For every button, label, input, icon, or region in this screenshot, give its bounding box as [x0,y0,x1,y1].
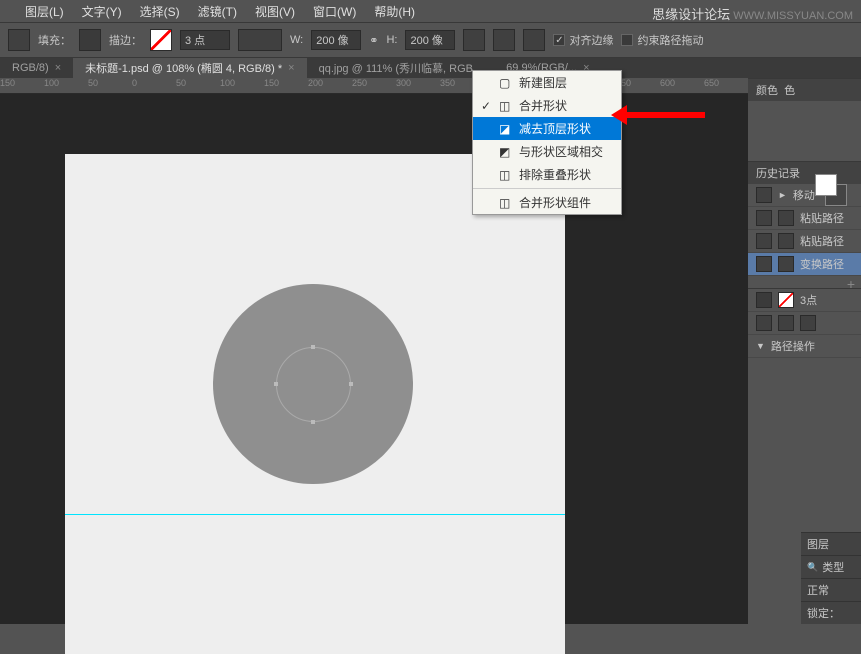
layers-tab[interactable]: 图层 [801,532,861,555]
merge-icon: ◫ [499,196,513,210]
link-icon[interactable]: ⚭ [369,34,378,47]
menu-window[interactable]: 窗口(W) [313,3,356,20]
subtract-icon: ◪ [499,122,513,136]
ruler-mark: 300 [396,78,411,88]
watermark-sub: WWW.MISSYUAN.COM [733,10,853,22]
stroke-label: 描边： [109,32,142,48]
history-item-transform[interactable]: 变换路径 [748,253,861,276]
history-item-paste-2[interactable]: 粘贴路径 [748,230,861,253]
menu-help[interactable]: 帮助(H) [374,3,415,20]
align-icons-row[interactable] [748,312,861,335]
path-op-icon-1[interactable] [463,29,485,51]
popup-exclude[interactable]: ◫ 排除重叠形状 [473,163,621,186]
popup-new-layer[interactable]: ▢ 新建图层 [473,71,621,94]
width-input[interactable] [311,30,361,50]
exclude-icon: ◫ [499,168,513,182]
ellipse-shape-inner[interactable] [276,347,351,422]
doc-icon [778,210,794,226]
close-icon[interactable]: × [55,62,61,74]
stroke-swatch[interactable] [150,29,172,51]
menu-view[interactable]: 视图(V) [255,3,295,20]
popup-intersect[interactable]: ◩ 与形状区域相交 [473,140,621,163]
watermark-main: 思缘设计论坛 [652,7,730,22]
h-label: H: [386,34,397,46]
history-item-paste-1[interactable]: 粘贴路径 [748,207,861,230]
transform-icon [756,256,772,272]
ruler-mark: 150 [0,78,15,88]
document-tabs: RGB/8)× 未标题-1.psd @ 108% (椭圆 4, RGB/8) *… [0,58,861,78]
align-icon-3[interactable] [800,315,816,331]
ruler-mark: 350 [440,78,455,88]
tab-2[interactable]: qq.jpg @ 111% (秀川临慕, RGB... [307,58,495,78]
blend-mode-row[interactable]: 正常 [801,578,861,601]
path-op-icon-2[interactable] [493,29,515,51]
bottom-panels: 图层 🔍类型 正常 锁定： [801,532,861,624]
path-operations-popup: ▢ 新建图层 ✓◫ 合并形状 ◪ 减去顶层形状 ◩ 与形状区域相交 ◫ 排除重叠… [472,70,622,215]
ruler-mark: 0 [132,78,137,88]
fill-swatch[interactable] [79,29,101,51]
intersect-icon: ◩ [499,145,513,159]
popup-combine-shapes[interactable]: ✓◫ 合并形状 [473,94,621,117]
right-panels: 颜色 色 历史记录 ► 移动 粘贴路径 粘贴路径 变换路径 + [748,78,861,478]
stroke-preview-icon [778,292,794,308]
close-icon[interactable]: × [288,62,294,74]
constrain-checkbox[interactable]: 约束路径拖动 [621,32,703,48]
check-icon: ✓ [481,99,493,113]
ruler-mark: 650 [704,78,719,88]
fill-preview-icon [756,292,772,308]
ruler-mark: 100 [44,78,59,88]
canvas[interactable] [65,154,565,654]
lock-row[interactable]: 锁定： [801,601,861,624]
ruler-mark: 250 [352,78,367,88]
paste-icon [756,210,772,226]
canvas-workspace[interactable] [0,94,748,624]
fill-label: 填充： [38,32,71,48]
stroke-preview-row[interactable]: 3点 [748,289,861,312]
move-icon [756,187,772,203]
annotation-arrow [625,112,705,118]
new-layer-icon: ▢ [499,76,513,90]
path-ops-row[interactable]: ▼ 路径操作 [748,335,861,358]
color-swatches[interactable] [815,174,847,206]
horizontal-ruler: 1501005005010015020025030035040045050055… [0,78,861,94]
doc-icon [778,256,794,272]
stroke-width-input[interactable] [180,30,230,50]
popup-subtract-front[interactable]: ◪ 减去顶层形状 [473,117,621,140]
paste-icon [756,233,772,249]
menu-select[interactable]: 选择(S) [140,3,180,20]
ruler-mark: 50 [88,78,98,88]
path-op-icon-3[interactable] [523,29,545,51]
ruler-mark: 100 [220,78,235,88]
menu-filter[interactable]: 滤镜(T) [198,3,237,20]
type-row[interactable]: 🔍类型 [801,555,861,578]
handle-left[interactable] [274,382,278,386]
tool-selector-icon[interactable] [8,29,30,51]
align-icon-2[interactable] [778,315,794,331]
popup-merge-components[interactable]: ◫ 合并形状组件 [473,191,621,214]
w-label: W: [290,34,303,46]
horizontal-guide[interactable] [65,514,565,515]
height-input[interactable] [405,30,455,50]
menu-layer[interactable]: 图层(L) [25,3,64,20]
handle-right[interactable] [349,382,353,386]
ruler-mark: 200 [308,78,323,88]
handle-bottom[interactable] [311,420,315,424]
tab-0[interactable]: RGB/8)× [0,58,73,78]
color-panel-tab[interactable]: 颜色 色 [748,79,861,101]
ruler-mark: 50 [176,78,186,88]
align-edges-checkbox[interactable]: ✓ 对齐边缘 [553,32,613,48]
combine-icon: ◫ [499,99,513,113]
doc-icon [778,233,794,249]
handle-top[interactable] [311,345,315,349]
foreground-swatch[interactable] [815,174,837,196]
tab-1[interactable]: 未标题-1.psd @ 108% (椭圆 4, RGB/8) *× [73,58,306,78]
align-icon-1[interactable] [756,315,772,331]
options-toolbar: 填充： 描边： W: ⚭ H: ✓ 对齐边缘 约束路径拖动 [0,22,861,58]
ruler-mark: 150 [264,78,279,88]
menu-text[interactable]: 文字(Y) [82,3,122,20]
ruler-mark: 600 [660,78,675,88]
stroke-style-dropdown[interactable] [238,29,282,51]
